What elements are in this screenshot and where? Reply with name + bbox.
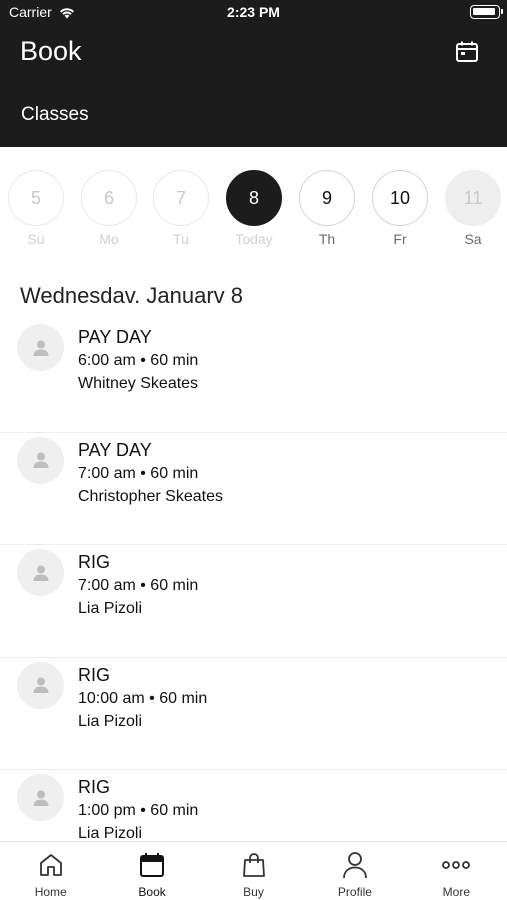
class-instructor: Christopher Skeates: [78, 487, 223, 505]
day-number: 8: [226, 170, 282, 226]
shopping-bag-icon: [242, 853, 265, 877]
day-number: 11: [445, 170, 501, 226]
class-name: PAY DAY: [78, 439, 152, 460]
person-placeholder-icon: [33, 677, 48, 693]
date-heading: Wednesdav. Januarv 8: [20, 283, 243, 308]
class-time: 7:00 am • 60 min: [78, 577, 199, 594]
class-name: RIG: [78, 777, 111, 797]
day-number: 6: [81, 170, 137, 226]
day-label: Th: [318, 231, 336, 247]
tab-label: Buy: [243, 885, 264, 899]
class-name: PAY DAY: [78, 327, 152, 347]
tab-label: More: [442, 885, 470, 899]
class-item[interactable]: RIG 7:00 am • 60 min Lia Pizoli: [0, 545, 507, 658]
tab-home[interactable]: Home: [0, 842, 101, 900]
calendar-icon: [140, 853, 165, 877]
app-header: Carrier 2:23 PM Book Classes: [0, 0, 507, 147]
instructor-avatar: [17, 661, 64, 709]
day-number: 10: [372, 170, 428, 226]
tab-book[interactable]: Book: [101, 842, 202, 900]
day-sunday[interactable]: 5 Su: [8, 170, 64, 247]
person-placeholder-icon: [33, 790, 48, 806]
day-number: 5: [8, 170, 64, 226]
home-icon: [39, 854, 62, 876]
day-tuesday[interactable]: 7 Tu: [153, 170, 209, 247]
person-icon: [343, 852, 367, 879]
class-item[interactable]: RIG 10:00 am • 60 min Lia Pizoli: [0, 658, 507, 770]
day-monday[interactable]: 6 Mo: [81, 170, 137, 247]
class-time: 10:00 am • 60 min: [78, 689, 208, 707]
instructor-avatar: [17, 549, 64, 596]
class-instructor: Lia Pizoli: [78, 712, 143, 730]
tab-classes[interactable]: Classes: [21, 104, 89, 126]
class-time: 6:00 am • 60 min: [78, 352, 199, 369]
instructor-avatar: [17, 324, 64, 371]
instructor-avatar: [17, 774, 64, 821]
class-item[interactable]: PAY DAY 6:00 am • 60 min Whitney Skeates: [0, 320, 507, 433]
day-today[interactable]: 8 Today: [226, 170, 282, 247]
calendar-button[interactable]: [453, 38, 481, 66]
status-bar: Carrier 2:23 PM: [0, 0, 507, 24]
tab-label: Profile: [337, 885, 372, 899]
day-picker: 5 Su 6 Mo 7 Tu 8 Today 9 Th 10 Fr 11 Sa: [0, 170, 507, 250]
day-number: 9: [299, 170, 355, 226]
tab-profile[interactable]: Profile: [304, 842, 405, 900]
person-placeholder-icon: [33, 340, 48, 356]
tab-more[interactable]: More: [406, 842, 507, 900]
day-friday[interactable]: 10 Fr: [372, 170, 428, 247]
day-number: 7: [153, 170, 209, 226]
instructor-avatar: [17, 436, 64, 484]
class-name: RIG: [78, 664, 111, 685]
tab-buy[interactable]: Buy: [203, 842, 304, 900]
day-label: Today: [235, 231, 273, 247]
more-icon: [442, 861, 471, 869]
person-placeholder-icon: [33, 452, 48, 468]
day-thursday[interactable]: 9 Th: [299, 170, 355, 247]
class-instructor: Whitney Skeates: [78, 375, 199, 392]
page-title: Book: [20, 36, 82, 66]
status-time: 2:23 PM: [227, 4, 280, 20]
day-saturday[interactable]: 11 Sa: [445, 170, 501, 247]
class-time: 1:00 pm • 60 min: [78, 802, 199, 819]
tab-label: Home: [34, 885, 67, 899]
tab-bar: Home Book Buy Profile More: [0, 841, 507, 900]
day-label: Sa: [464, 231, 482, 247]
class-instructor: Lia Pizoli: [78, 600, 143, 617]
class-time: 7:00 am • 60 min: [78, 464, 199, 482]
day-label: Tu: [173, 231, 189, 247]
person-placeholder-icon: [33, 565, 48, 581]
tab-label: Book: [138, 885, 166, 899]
class-item[interactable]: PAY DAY 7:00 am • 60 min Christopher Ske…: [0, 433, 507, 545]
class-name: RIG: [78, 552, 111, 572]
day-label: Su: [27, 231, 45, 247]
battery-icon: [470, 5, 503, 19]
day-label: Fr: [393, 231, 407, 247]
calendar-icon: [456, 41, 478, 62]
class-list: PAY DAY 6:00 am • 60 min Whitney Skeates…: [0, 320, 507, 883]
day-label: Mo: [99, 231, 119, 247]
